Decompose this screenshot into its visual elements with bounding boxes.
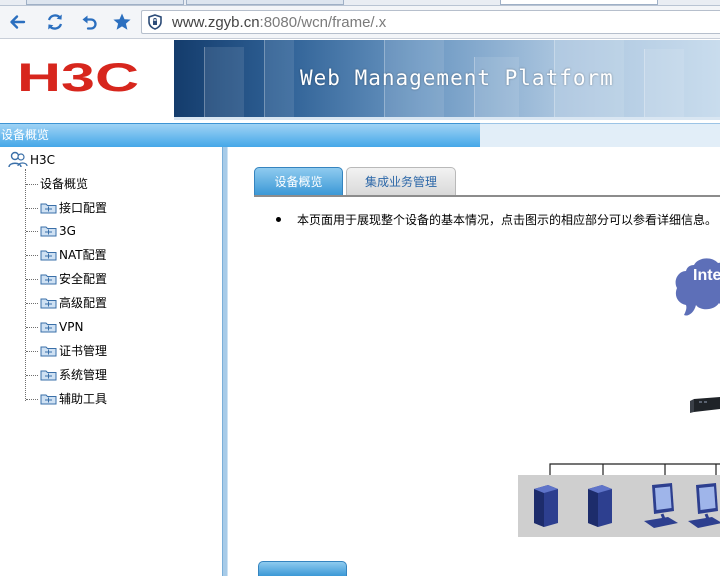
favorite-button[interactable] <box>111 11 133 33</box>
tab-integrated-service-management[interactable]: 集成业务管理 <box>346 167 456 196</box>
tree-item-label: NAT配置 <box>59 248 107 262</box>
url-path: :8080/wcn/frame/.x <box>259 14 387 31</box>
tree-item-advanced-config[interactable]: 高级配置 <box>26 293 107 313</box>
folder-icon <box>40 274 57 285</box>
tree-item-overview[interactable]: 设备概览 <box>26 174 88 194</box>
tree-item-auxiliary-tools[interactable]: 辅助工具 <box>26 389 107 409</box>
url-host: www.zgyb.cn <box>172 14 260 31</box>
address-bar[interactable]: www.zgyb.cn:8080/wcn/frame/.x <box>141 10 720 34</box>
banner-title: Web Management Platform <box>300 66 614 90</box>
tree-item-certificate-management[interactable]: 证书管理 <box>26 341 107 361</box>
folder-icon <box>40 203 57 214</box>
folder-icon <box>40 250 57 261</box>
banner-image: Web Management Platform <box>174 40 720 117</box>
tree-item-system-management[interactable]: 系统管理 <box>26 365 107 385</box>
url-text: www.zgyb.cn:8080/wcn/frame/.x <box>172 14 386 31</box>
bottom-tab[interactable] <box>258 561 347 576</box>
tree-item-security-config[interactable]: 安全配置 <box>26 269 107 289</box>
tree-item-label: 接口配置 <box>59 201 108 215</box>
refresh-icon <box>47 14 63 30</box>
bullet-icon <box>276 217 281 222</box>
tree-item-label: 安全配置 <box>59 272 108 286</box>
folder-icon <box>40 298 57 309</box>
section-title: 设备概览 <box>1 128 50 142</box>
tree-item-label: 高级配置 <box>59 296 108 310</box>
browser-tab[interactable] <box>186 0 344 5</box>
header-banner: H3C Web Management Platform <box>0 40 720 120</box>
h3c-logo: H3C <box>17 58 139 98</box>
arrow-left-icon <box>10 15 26 29</box>
server-icon[interactable] <box>584 483 614 529</box>
back-button[interactable] <box>6 11 28 33</box>
tree-root[interactable]: H3C <box>8 150 55 170</box>
main-panel: 设备概览 集成业务管理 本页面用于展现整个设备的基本情况，点击图示的相应部分可以… <box>228 147 720 576</box>
tree-item-label: 3G <box>59 224 76 238</box>
folder-icon <box>40 370 57 381</box>
router-device-icon[interactable] <box>690 395 720 415</box>
tree-item-label: 系统管理 <box>59 368 108 382</box>
undo-button[interactable] <box>78 11 100 33</box>
tree-root-label: H3C <box>30 153 56 167</box>
undo-icon <box>82 15 97 30</box>
nav-tree: H3C 设备概览 接口配置 3G NAT配置 安全配置 高级配置 VPN 证书管… <box>0 147 222 576</box>
tab-device-overview[interactable]: 设备概览 <box>254 167 343 196</box>
users-icon <box>8 151 28 168</box>
folder-icon <box>40 322 57 333</box>
info-text: 本页面用于展现整个设备的基本情况，点击图示的相应部分可以参看详细信息。 <box>297 213 718 227</box>
folder-icon <box>40 346 57 357</box>
computer-icon[interactable] <box>686 481 720 531</box>
shield-icon <box>148 14 162 30</box>
computer-icon[interactable] <box>642 481 682 531</box>
tree-item-interface-config[interactable]: 接口配置 <box>26 198 107 218</box>
tree-item-label: VPN <box>59 320 84 334</box>
internet-cloud-icon[interactable] <box>674 255 720 319</box>
refresh-button[interactable] <box>44 11 66 33</box>
folder-icon <box>40 394 57 405</box>
tree-item-label: 证书管理 <box>59 344 108 358</box>
tab-underline <box>254 195 720 197</box>
browser-tab[interactable] <box>26 0 184 5</box>
star-icon <box>113 13 131 30</box>
server-icon[interactable] <box>530 483 560 529</box>
internet-label: Inte <box>693 267 720 284</box>
browser-toolbar: www.zgyb.cn:8080/wcn/frame/.x <box>0 6 720 39</box>
tree-item-nat-config[interactable]: NAT配置 <box>26 245 107 265</box>
section-bar: 设备概览 <box>0 120 720 147</box>
tree-item-3g[interactable]: 3G <box>26 221 76 241</box>
info-note: 本页面用于展现整个设备的基本情况，点击图示的相应部分可以参看详细信息。 <box>276 211 717 228</box>
logo-text: H3C <box>17 58 139 98</box>
tree-item-vpn[interactable]: VPN <box>26 317 83 337</box>
browser-tab-active[interactable] <box>500 0 658 5</box>
folder-icon <box>40 226 57 237</box>
tree-item-label: 辅助工具 <box>59 392 108 406</box>
lan-device-area <box>518 475 720 537</box>
tree-item-label: 设备概览 <box>40 177 89 191</box>
